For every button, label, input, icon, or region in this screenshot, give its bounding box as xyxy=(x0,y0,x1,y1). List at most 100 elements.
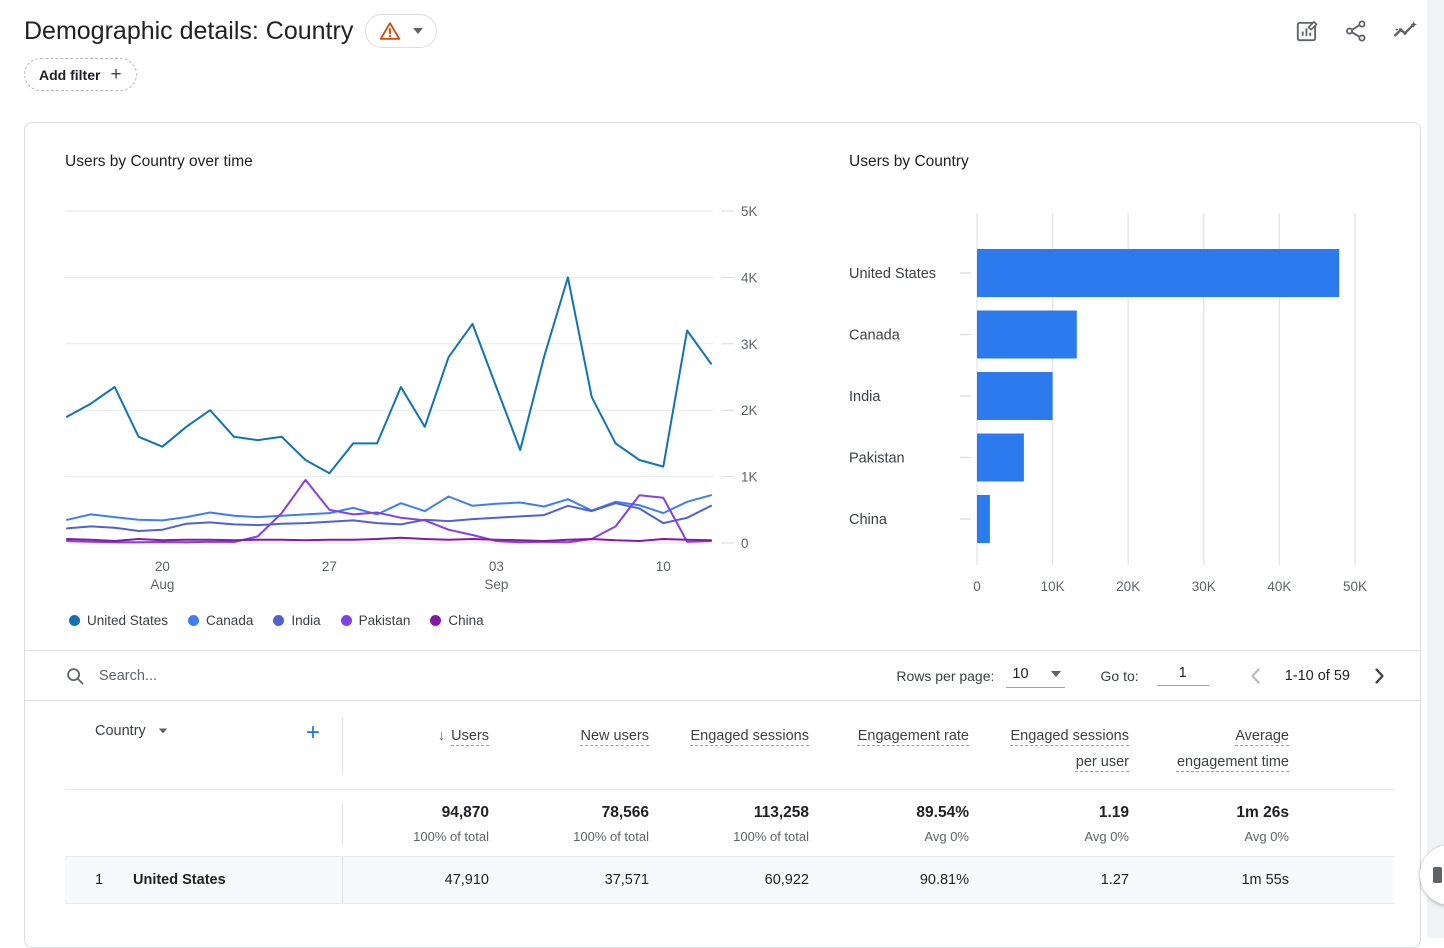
legend-label: Canada xyxy=(206,613,253,628)
legend-label: Pakistan xyxy=(359,613,411,628)
column-header-label[interactable]: Average engagement time xyxy=(1177,728,1289,770)
row-metric-cell: 1m 55s xyxy=(1143,872,1303,888)
svg-text:5K: 5K xyxy=(741,204,758,219)
svg-text:50K: 50K xyxy=(1343,579,1367,594)
column-header-label[interactable]: Users xyxy=(451,728,489,744)
totals-value: 94,870 xyxy=(351,804,489,822)
add-filter-button[interactable]: Add filter + xyxy=(24,58,137,91)
totals-value: 113,258 xyxy=(671,804,809,822)
totals-subtext: 100% of total xyxy=(671,829,809,844)
line-chart-panel: Users by Country over time 5K4K3K2K1K020… xyxy=(65,153,823,628)
svg-text:Canada: Canada xyxy=(849,328,901,344)
svg-text:20K: 20K xyxy=(1116,579,1140,594)
search-input[interactable] xyxy=(99,668,399,684)
dimension-selector[interactable]: Country xyxy=(95,723,168,739)
row-metric-cell: 60,922 xyxy=(663,872,823,888)
insights-fab-glyph xyxy=(1433,867,1442,883)
svg-text:40K: 40K xyxy=(1267,579,1291,594)
legend-item: United States xyxy=(69,613,168,628)
row-metric-cell: 1.27 xyxy=(983,872,1143,888)
legend-dot xyxy=(341,615,352,626)
add-column-button[interactable]: + xyxy=(306,723,320,743)
column-header-cell: Engaged sessions xyxy=(663,717,823,749)
svg-text:Aug: Aug xyxy=(150,577,174,592)
svg-text:03: 03 xyxy=(489,559,504,574)
svg-text:0: 0 xyxy=(973,579,981,594)
totals-cell: 89.54% Avg 0% xyxy=(823,804,983,844)
totals-value: 89.54% xyxy=(831,804,969,822)
column-header-cell: Average engagement time xyxy=(1143,717,1303,775)
previous-page-icon[interactable] xyxy=(1245,665,1267,687)
go-to-page-input[interactable] xyxy=(1157,665,1209,686)
totals-subtext: Avg 0% xyxy=(1151,829,1289,844)
totals-dimension-cell xyxy=(65,804,343,844)
legend-item: Pakistan xyxy=(341,613,411,628)
table-row[interactable]: 1United States47,91037,57160,92290.81%1.… xyxy=(65,856,1394,903)
scrollbar-gutter[interactable] xyxy=(1427,0,1444,938)
report-header: Demographic details: Country xyxy=(0,0,1444,48)
svg-text:30K: 30K xyxy=(1192,579,1216,594)
totals-subtext: 100% of total xyxy=(351,829,489,844)
data-table: Country + ↓ Users New users Engaged session… xyxy=(25,701,1420,915)
next-row-partial xyxy=(65,903,1394,915)
rows-per-page-select[interactable]: 10 xyxy=(1006,664,1064,688)
svg-text:10: 10 xyxy=(656,559,671,574)
svg-text:United States: United States xyxy=(849,266,936,282)
column-header-cell: New users xyxy=(503,717,663,749)
table-toolbar: Rows per page: 10 Go to: 1-10 of 59 xyxy=(25,650,1420,701)
chevron-down-icon xyxy=(159,728,168,733)
users-by-country-bar-chart[interactable]: 0 10K 20K 30K 40K 50K United States Canada India… xyxy=(849,197,1394,609)
table-totals-row: 94,870 100% of total 78,566 100% of total 11… xyxy=(65,789,1394,856)
totals-subtext: Avg 0% xyxy=(831,829,969,844)
column-header-cell: ↓ Users xyxy=(343,717,503,749)
svg-text:China: China xyxy=(849,512,888,528)
totals-subtext: 100% of total xyxy=(511,829,649,844)
legend-dot xyxy=(273,615,284,626)
insights-fab[interactable] xyxy=(1420,845,1444,905)
svg-text:10K: 10K xyxy=(1041,579,1065,594)
pagination-range: 1-10 of 59 xyxy=(1285,668,1350,684)
row-metric-cell: 37,571 xyxy=(503,872,663,888)
legend-label: United States xyxy=(87,613,168,628)
svg-text:2K: 2K xyxy=(741,403,758,418)
users-over-time-line-chart[interactable]: 5K4K3K2K1K020Aug2703Sep10 xyxy=(65,197,781,597)
page-title: Demographic details: Country xyxy=(24,17,353,46)
legend-item: Canada xyxy=(188,613,253,628)
bar-chart-panel: Users by Country 010K20K30K40K50KUnited … xyxy=(849,153,1394,628)
totals-cell: 78,566 100% of total xyxy=(503,804,663,844)
legend-label: China xyxy=(448,613,483,628)
report-card: Users by Country over time 5K4K3K2K1K020… xyxy=(24,122,1421,948)
sort-descending-icon: ↓ xyxy=(438,723,445,749)
legend-label: India xyxy=(291,613,320,628)
go-to-label: Go to: xyxy=(1101,668,1139,684)
add-filter-label: Add filter xyxy=(39,67,100,83)
row-dimension-cell: 1United States xyxy=(65,857,343,903)
column-header-cell: Engaged sessions per user xyxy=(983,717,1143,775)
table-header-row: Country + ↓ Users New users Engaged session… xyxy=(65,701,1394,789)
column-header-label[interactable]: Engagement rate xyxy=(858,728,969,744)
svg-text:27: 27 xyxy=(322,559,337,574)
totals-subtext: Avg 0% xyxy=(991,829,1129,844)
svg-text:3K: 3K xyxy=(741,337,758,352)
column-header-label[interactable]: Engaged sessions xyxy=(691,728,810,744)
totals-value: 1.19 xyxy=(991,804,1129,822)
next-page-icon[interactable] xyxy=(1368,665,1390,687)
share-icon[interactable] xyxy=(1343,18,1369,44)
totals-value: 78,566 xyxy=(511,804,649,822)
legend-item: India xyxy=(273,613,320,628)
legend-dot xyxy=(188,615,199,626)
insights-icon[interactable] xyxy=(1392,18,1418,44)
row-metric-cell: 47,910 xyxy=(343,872,503,888)
column-header-label[interactable]: Engaged sessions per user xyxy=(1011,728,1130,770)
svg-text:Sep: Sep xyxy=(484,577,508,592)
edit-report-icon[interactable] xyxy=(1294,18,1320,44)
dimension-header-cell: Country + xyxy=(65,717,343,775)
legend-item: China xyxy=(430,613,483,628)
column-header-label[interactable]: New users xyxy=(581,728,650,744)
svg-text:Pakistan: Pakistan xyxy=(849,451,905,467)
svg-text:India: India xyxy=(849,389,881,405)
totals-value: 1m 26s xyxy=(1151,804,1289,822)
chevron-down-icon xyxy=(413,28,423,34)
svg-text:0: 0 xyxy=(741,536,749,551)
data-quality-chip[interactable] xyxy=(365,14,437,48)
